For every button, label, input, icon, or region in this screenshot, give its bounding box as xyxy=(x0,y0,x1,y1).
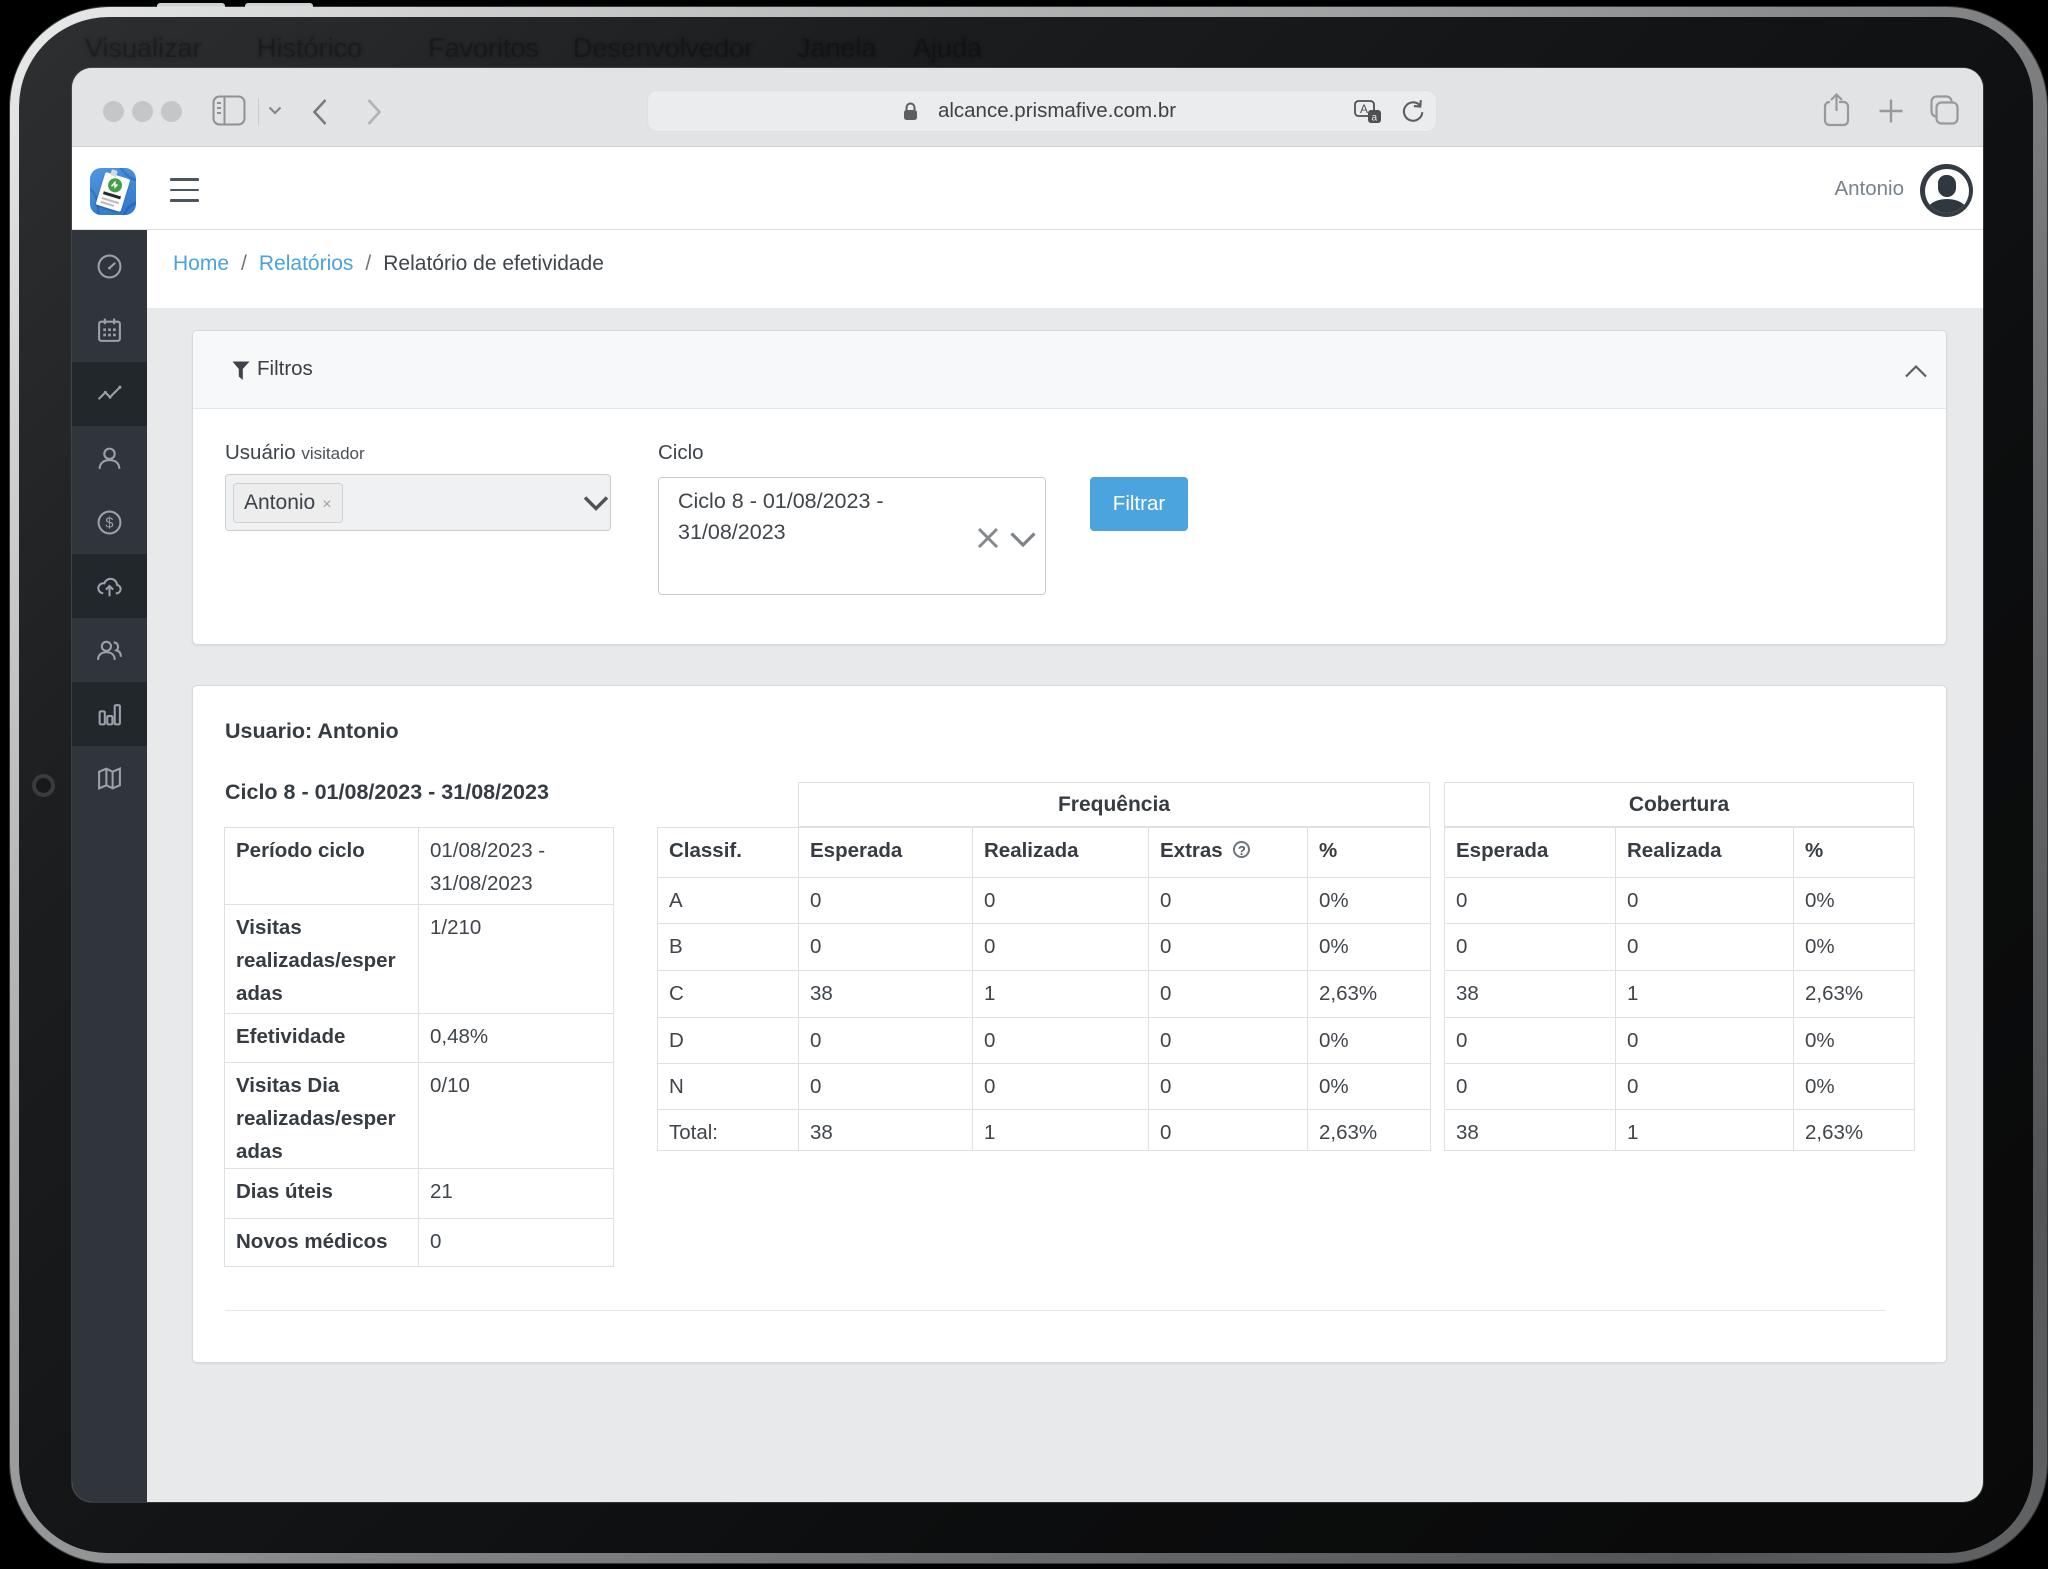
svg-text:a: a xyxy=(1372,113,1378,124)
svg-text:$: $ xyxy=(105,516,113,532)
svg-text:A: A xyxy=(1360,102,1368,116)
